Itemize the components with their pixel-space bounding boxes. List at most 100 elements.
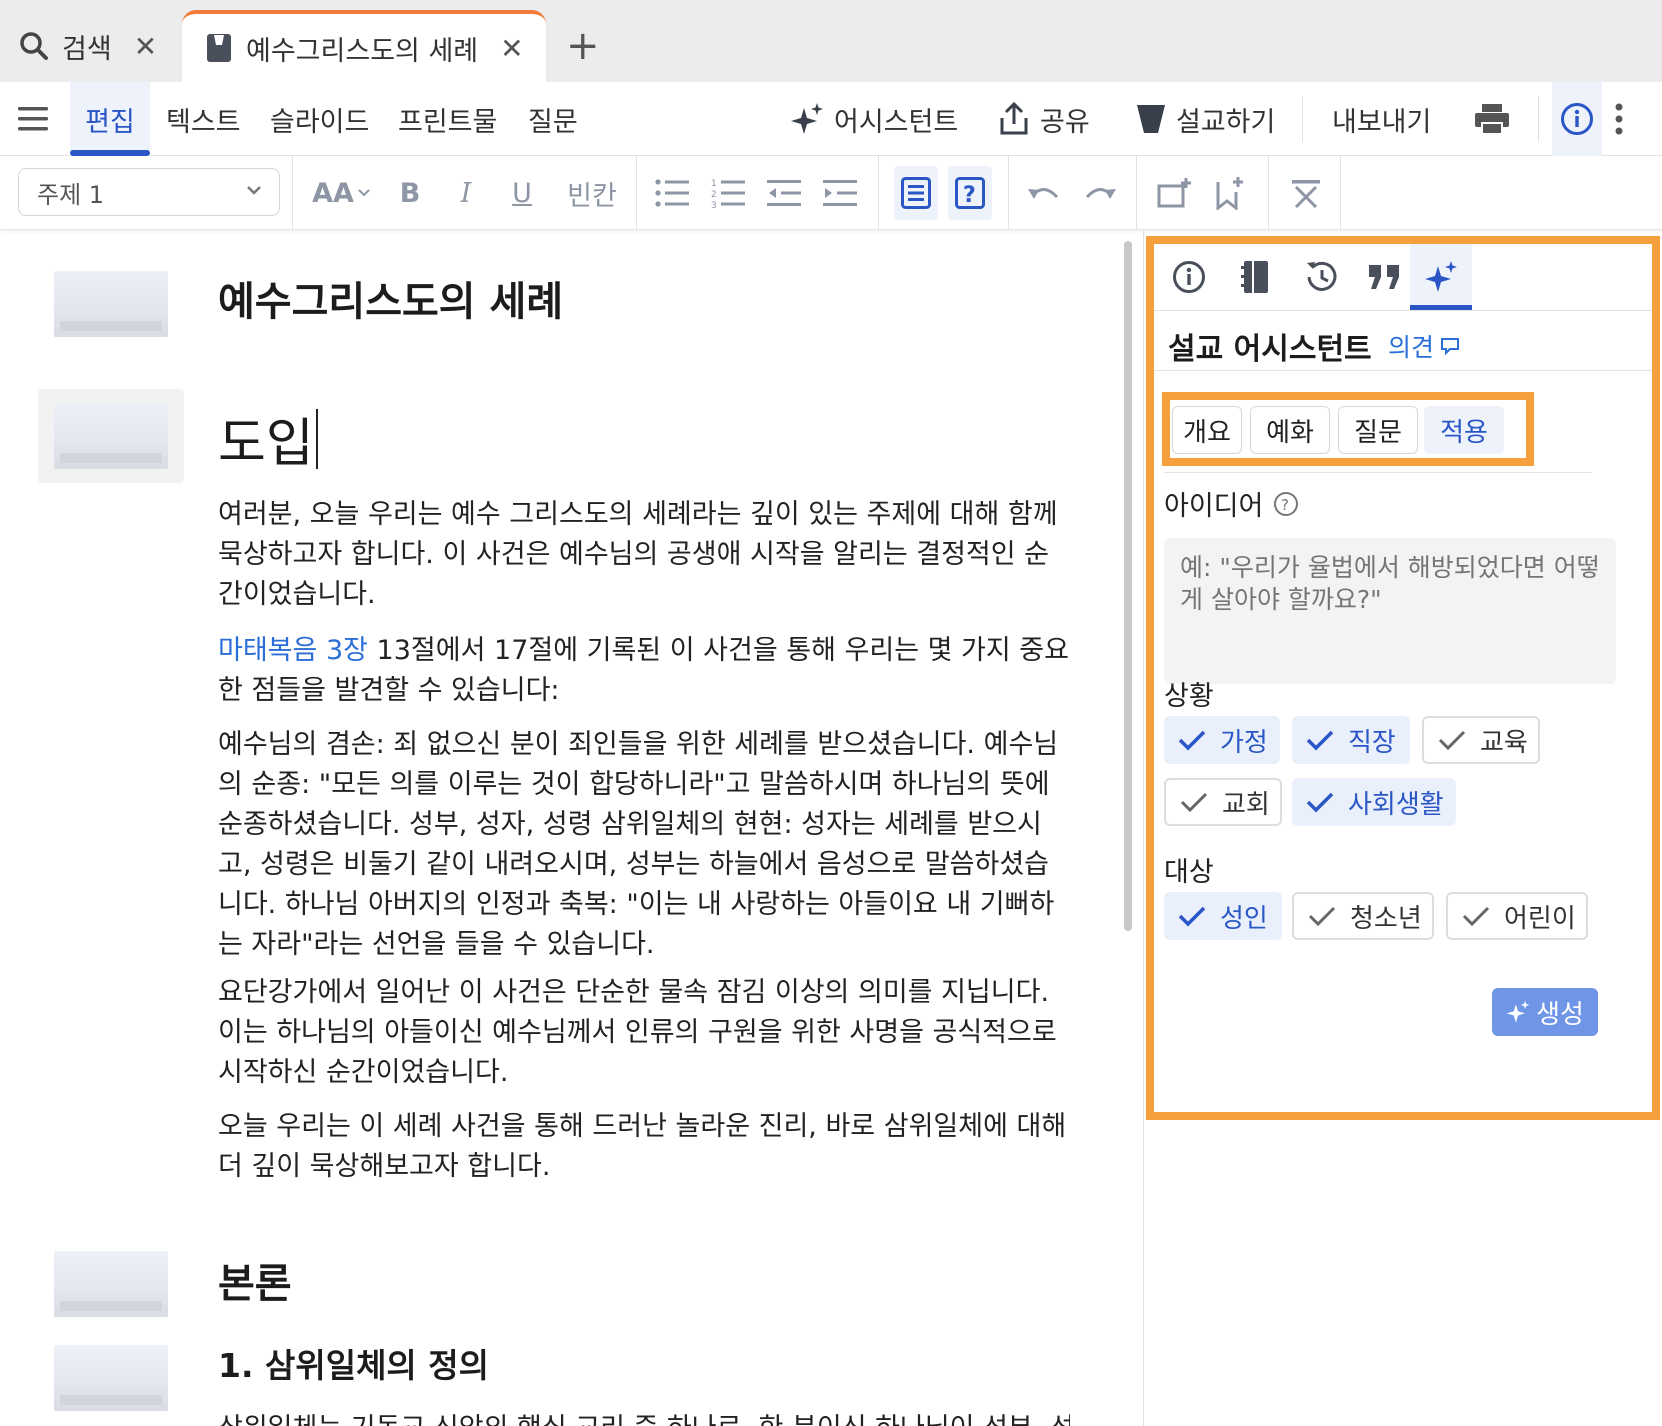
check-icon <box>1462 906 1490 927</box>
generate-button[interactable]: 생성 <box>1492 988 1598 1036</box>
tab-bar: 검색 ✕ 예수그리스도의 세례 ✕ + <box>0 0 1662 82</box>
svg-text:2: 2 <box>711 190 717 200</box>
scripture-link[interactable]: 마태복음 3장 <box>218 635 368 666</box>
svg-text:?: ? <box>1281 496 1289 514</box>
segment-outline[interactable]: 개요 <box>1172 406 1242 454</box>
paragraph[interactable]: 오늘 우리는 이 세례 사건을 통해 드러난 놀라운 진리, 바로 삼위일체에 … <box>218 1107 1070 1187</box>
paragraph[interactable]: 여러분, 오늘 우리는 예수 그리스도의 세례라는 깊이 있는 주제에 대해 함… <box>218 495 1070 615</box>
redo-icon[interactable] <box>1080 156 1120 230</box>
panel-tab-assistant[interactable] <box>1410 244 1472 310</box>
panel-divider <box>1143 231 1144 1426</box>
scrollbar[interactable] <box>1124 241 1132 931</box>
chip-label: 성인 <box>1220 903 1268 934</box>
paragraph[interactable]: 마태복음 3장 13절에서 17절에 기록된 이 사건을 통해 우리는 몇 가지… <box>218 631 1070 711</box>
panel-tab-notes[interactable] <box>1224 244 1286 310</box>
body-heading[interactable]: 본론 <box>218 1251 292 1309</box>
paragraph[interactable]: 삼위일체는 기독교 신앙의 핵심 교리 중 하나로, 한 분이신 하나님이 성부… <box>218 1409 1070 1426</box>
chip-church[interactable]: 교회 <box>1164 778 1282 826</box>
export-button[interactable]: 내보내기 <box>1332 82 1431 156</box>
text-cursor <box>315 409 318 469</box>
help-icon[interactable]: ? <box>1273 491 1299 517</box>
segment-illustration[interactable]: 예화 <box>1250 406 1330 454</box>
check-icon <box>1438 730 1466 751</box>
idea-input[interactable] <box>1164 538 1616 684</box>
intro-heading[interactable]: 도입 <box>218 401 318 476</box>
chip-education[interactable]: 교육 <box>1422 716 1540 764</box>
slide-thumbnail[interactable] <box>54 1251 168 1317</box>
menu-question[interactable]: 질문 <box>528 82 578 156</box>
paragraph[interactable]: 요단강가에서 일어난 이 사건은 단순한 물속 잠김 이상의 의미를 지닙니다.… <box>218 973 1070 1093</box>
svg-text:3: 3 <box>711 201 717 208</box>
panel-tab-history[interactable] <box>1290 244 1352 310</box>
font-size-button[interactable]: AA <box>312 156 372 230</box>
chip-label: 교육 <box>1480 727 1528 758</box>
chip-work[interactable]: 직장 <box>1292 716 1410 764</box>
menu-text[interactable]: 텍스트 <box>166 82 241 156</box>
menu-toolbar: 편집 텍스트 슬라이드 프린트물 질문 어시스턴트 공유 설교하기 내보내기 <box>0 82 1662 156</box>
new-tab-button[interactable]: + <box>566 10 600 82</box>
panel-header-divider <box>1154 370 1652 371</box>
intro-heading-text: 도입 <box>218 414 314 474</box>
close-icon[interactable]: ✕ <box>500 32 523 65</box>
info-icon[interactable] <box>1552 82 1602 156</box>
svg-text:1: 1 <box>711 179 717 189</box>
blank-button[interactable]: 빈칸 <box>558 156 626 230</box>
document-view-icon[interactable] <box>894 166 938 220</box>
chevron-down-icon <box>247 186 261 195</box>
menu-edit[interactable]: 편집 <box>70 82 150 156</box>
editor-area[interactable]: 예수그리스도의 세례 도입 여러분, 오늘 우리는 예수 그리스도의 세례라는 … <box>0 231 1140 1426</box>
chip-label: 청소년 <box>1350 903 1422 934</box>
segment-question[interactable]: 질문 <box>1338 406 1418 454</box>
segment-application[interactable]: 적용 <box>1424 406 1504 454</box>
panel-tab-info[interactable] <box>1158 244 1220 310</box>
close-icon[interactable]: ✕ <box>134 30 157 63</box>
chip-home[interactable]: 가정 <box>1164 716 1280 764</box>
bold-button[interactable]: B <box>392 156 428 230</box>
subheading[interactable]: 1. 삼위일체의 정의 <box>218 1339 489 1387</box>
tab-search-label: 검색 <box>62 33 112 65</box>
tab-search[interactable]: 검색 ✕ <box>18 10 157 82</box>
panel-tab-divider <box>1154 310 1652 311</box>
chip-label: 교회 <box>1222 789 1270 820</box>
check-icon <box>1180 792 1208 813</box>
slide-thumbnail[interactable] <box>54 271 168 337</box>
feedback-link[interactable]: 의견 <box>1388 328 1460 364</box>
document-title[interactable]: 예수그리스도의 세례 <box>218 269 563 327</box>
tab-document[interactable]: 예수그리스도의 세례 ✕ <box>182 10 546 82</box>
clear-format-icon[interactable] <box>1286 156 1326 230</box>
bullet-list-icon[interactable] <box>654 156 690 230</box>
chip-children[interactable]: 어린이 <box>1446 892 1588 940</box>
add-slide-icon[interactable] <box>1154 156 1194 230</box>
hamburger-icon[interactable] <box>18 82 48 156</box>
slide-thumbnail[interactable] <box>54 1345 168 1411</box>
menu-slide[interactable]: 슬라이드 <box>270 82 369 156</box>
chip-label: 어린이 <box>1504 903 1576 934</box>
chip-youth[interactable]: 청소년 <box>1292 892 1434 940</box>
preach-button[interactable]: 설교하기 <box>1136 82 1275 156</box>
paragraph[interactable]: 예수님의 겸손: 죄 없으신 분이 죄인들을 위한 세례를 받으셨습니다. 예수… <box>218 725 1070 965</box>
undo-icon[interactable] <box>1024 156 1064 230</box>
panel-tab-quotes[interactable] <box>1354 244 1416 310</box>
paragraph-style-select[interactable]: 주제 1 <box>18 168 280 216</box>
assistant-panel: 설교 어시스턴트 의견 개요 예화 질문 적용 아이디어 ? 상황 가정 직장 … <box>1146 236 1660 1120</box>
search-icon <box>20 32 48 60</box>
outdent-icon[interactable] <box>766 156 802 230</box>
indent-icon[interactable] <box>822 156 858 230</box>
slide-thumbnail[interactable] <box>54 403 168 469</box>
underline-button[interactable]: U <box>504 156 540 230</box>
more-options-icon[interactable] <box>1614 82 1624 156</box>
notebook-icon <box>1241 261 1268 293</box>
menu-handout[interactable]: 프린트물 <box>398 82 497 156</box>
assistant-button[interactable]: 어시스턴트 <box>790 82 958 156</box>
assistant-label: 어시스턴트 <box>834 106 959 138</box>
share-button[interactable]: 공유 <box>998 82 1090 156</box>
print-icon[interactable] <box>1474 82 1510 156</box>
add-bookmark-icon[interactable] <box>1210 156 1250 230</box>
chip-adult[interactable]: 성인 <box>1164 892 1282 940</box>
chip-social-life[interactable]: 사회생활 <box>1292 778 1456 826</box>
history-icon <box>1307 261 1337 291</box>
numbered-list-icon[interactable]: 123 <box>710 156 746 230</box>
generate-label: 생성 <box>1536 999 1584 1030</box>
question-view-icon[interactable]: ? <box>948 166 992 220</box>
italic-button[interactable]: I <box>448 156 484 230</box>
